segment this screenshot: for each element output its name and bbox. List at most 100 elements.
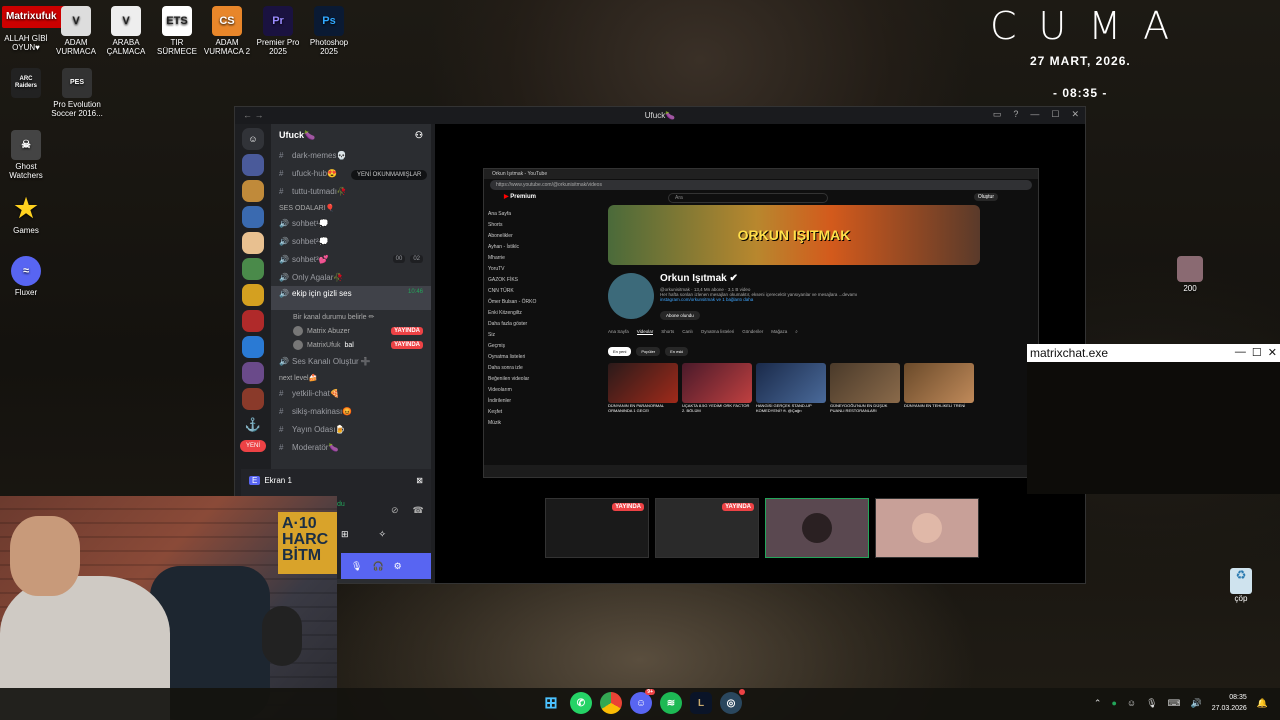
sidebar-item[interactable]: Abonelikler xyxy=(488,233,548,244)
youtube-search[interactable]: Ara xyxy=(668,193,828,203)
stream-tile[interactable] xyxy=(765,498,869,558)
video-card[interactable]: GÜNEYDOĞU'NUN EN DÜŞÜK PUANLI RESTORANLA… xyxy=(830,363,900,417)
desktop-floating-avatar[interactable]: 200 xyxy=(1166,256,1214,293)
volume-icon[interactable]: 🔊 xyxy=(1191,698,1202,709)
sidebar-item[interactable]: İndirilenler xyxy=(488,398,548,409)
stream-stage[interactable]: Orkun Işıtmak - YouTube https://www.yout… xyxy=(435,124,1085,583)
maximize-button[interactable]: ☐ xyxy=(1051,109,1059,120)
sidebar-item[interactable]: Enki Kitzengiltz xyxy=(488,310,548,321)
soundboard-icon[interactable]: ✧ xyxy=(379,529,387,540)
sidebar-item[interactable]: YoruTV xyxy=(488,266,548,277)
channel-yayin-odasi[interactable]: # Yayın Odası🍺 xyxy=(271,420,431,438)
chip-popular[interactable]: Popüler xyxy=(636,347,661,356)
notification-icon[interactable]: 🔔 xyxy=(1257,698,1268,709)
voice-channel-sohbet-3[interactable]: 🔊 sohbet³💕 00 02 xyxy=(271,250,431,268)
anchor-icon[interactable]: ⚓ xyxy=(242,414,264,436)
video-card[interactable]: UÇAKTA 8.5G YEDİM! ORK FACTOR 2. BÖLÜM xyxy=(682,363,752,417)
tab-posts[interactable]: Gönderiler xyxy=(742,329,763,335)
create-voice-channel[interactable]: 🔊 Ses Kanalı Oluştur ➕ xyxy=(271,352,431,370)
back-forward-icon[interactable]: ← → xyxy=(243,110,264,120)
sidebar-item[interactable]: Oynatma listeleri xyxy=(488,354,548,365)
sidebar-item[interactable]: GAZOK FİKS xyxy=(488,277,548,288)
tab-playlists[interactable]: Oynatma listeleri xyxy=(701,329,735,335)
server-icon[interactable] xyxy=(242,284,264,306)
desktop-icon-games[interactable]: ★ Games xyxy=(2,193,50,235)
maximize-button[interactable]: ☐ xyxy=(1252,346,1262,360)
channel-sikis-makinasi[interactable]: # sikiş-makinası😡 xyxy=(271,402,431,420)
whatsapp-icon[interactable]: ✆ xyxy=(570,692,592,714)
desktop-icon-adam-vurmaca[interactable]: V ADAM VURMACA xyxy=(52,6,100,56)
headphones-icon[interactable]: 🎧 xyxy=(372,561,383,572)
close-button[interactable]: ✕ xyxy=(1268,346,1277,360)
desktop-icon-tir-surmece[interactable]: ETS TIR SÜRMECE xyxy=(153,6,201,56)
chip-oldest[interactable]: En eski xyxy=(665,347,689,356)
sidebar-item[interactable]: CNN TÜRK xyxy=(488,288,548,299)
desktop-icon-photoshop[interactable]: Ps Photoshop 2025 xyxy=(305,6,353,56)
server-icon[interactable] xyxy=(242,154,264,176)
stream-tile[interactable]: YAYINDA xyxy=(545,498,649,558)
screen-share-status[interactable]: E Ekran 1 ⊠ xyxy=(241,469,431,495)
sidebar-item[interactable]: Ömer Bulsan - ÖRKO xyxy=(488,299,548,310)
help-icon[interactable]: ? xyxy=(1013,109,1018,120)
sidebar-item[interactable]: Shorts xyxy=(488,222,548,233)
channel-moderator[interactable]: # Moderatör🍆 xyxy=(271,438,431,456)
tab-shorts[interactable]: Shorts xyxy=(661,329,674,335)
channel-dark-memes[interactable]: # dark-memes💀 xyxy=(271,146,431,164)
sidebar-item[interactable]: Daha fazla göster xyxy=(488,321,548,332)
address-bar[interactable]: https://www.youtube.com/@orkunisitmak/vi… xyxy=(490,180,1032,190)
youtube-browser-stream[interactable]: Orkun Işıtmak - YouTube https://www.yout… xyxy=(483,168,1039,478)
disconnect-icon[interactable]: ☎ xyxy=(413,505,424,516)
settings-icon[interactable]: ⚙ xyxy=(394,561,402,572)
video-card[interactable]: DÜNYANIN EN PARANORMAL ORMANINDA 1 GECE! xyxy=(608,363,678,417)
video-off-icon[interactable]: ⊘ xyxy=(391,505,399,516)
discord-icon[interactable]: ☺ 9+ xyxy=(630,689,655,714)
server-icon[interactable] xyxy=(242,180,264,202)
voice-channel-ekip[interactable]: 🔊 ekip için gizli ses 10:46 xyxy=(271,286,431,310)
windows-start-icon[interactable]: ⊞ xyxy=(540,692,562,714)
desktop-icon-ghost-watchers[interactable]: ☠ Ghost Watchers xyxy=(2,130,50,180)
sidebar-item[interactable]: Ana Sayfa xyxy=(488,211,548,222)
desktop-icon-allah-gibi-oyun[interactable]: Matrixufuk ALLAH GİBİ OYUN♥ xyxy=(2,6,88,52)
desktop-icon-premiere[interactable]: Pr Premier Pro 2025 xyxy=(254,6,302,56)
desktop-icon-arc-raiders[interactable]: ARC Raiders xyxy=(2,68,50,100)
activities-icon[interactable]: ⊞ xyxy=(341,529,349,540)
tab-home[interactable]: Ana Sayfa xyxy=(608,329,629,335)
search-icon[interactable]: ⌕ xyxy=(795,329,798,335)
server-icon[interactable] xyxy=(242,388,264,410)
sidebar-item[interactable]: Videolarım xyxy=(488,387,548,398)
channel-tuttu-tutmadi[interactable]: # tuttu-tutmadı🥀 xyxy=(271,182,431,200)
youtube-logo[interactable]: ▶ Premium xyxy=(504,193,536,200)
sidebar-item[interactable]: Geçmiş xyxy=(488,343,548,354)
new-badge[interactable]: YENİ xyxy=(240,440,266,452)
invite-icon[interactable]: ⚇ xyxy=(415,130,423,140)
inbox-icon[interactable]: ▭ xyxy=(993,109,1002,120)
discord-home-icon[interactable]: ☺ xyxy=(242,128,264,150)
minimize-button[interactable]: — xyxy=(1235,346,1246,360)
server-icon[interactable] xyxy=(242,310,264,332)
server-icon[interactable] xyxy=(242,336,264,358)
chrome-icon[interactable] xyxy=(600,692,622,714)
recycle-bin[interactable]: ♻ çöp xyxy=(1228,568,1254,603)
server-icon[interactable] xyxy=(242,232,264,254)
channel-yetkili-chat[interactable]: # yetkili-chat🍕 xyxy=(271,384,431,402)
steam-icon[interactable]: ◎ xyxy=(720,689,745,714)
desktop-icon-pes-2016[interactable]: PES Pro Evolution Soccer 2016... xyxy=(50,68,104,118)
league-icon[interactable]: L xyxy=(690,692,712,714)
sidebar-item[interactable]: Keşfet xyxy=(488,409,548,420)
spotify-icon[interactable]: ≋ xyxy=(660,692,682,714)
server-icon[interactable] xyxy=(242,206,264,228)
video-card[interactable]: HANGİSİ GERÇEK STAND-UP KOMEDYENİ? ft. @… xyxy=(756,363,826,417)
close-button[interactable]: ✕ xyxy=(1071,109,1079,120)
voice-channel-sohbet-1[interactable]: 🔊 sohbet¹💭 xyxy=(271,214,431,232)
desktop-icon-adam-vurmaca-2[interactable]: CS ADAM VURMACA 2 xyxy=(203,6,251,56)
tab-store[interactable]: Mağaza xyxy=(771,329,787,335)
sidebar-item[interactable]: Daha sonra izle xyxy=(488,365,548,376)
discord-tray-icon[interactable]: ☺ xyxy=(1127,698,1136,708)
voice-channel-sohbet-2[interactable]: 🔊 sohbet²💭 xyxy=(271,232,431,250)
chevron-up-icon[interactable]: ⌃ xyxy=(1094,698,1102,709)
chip-latest[interactable]: En yeni xyxy=(608,347,632,356)
sidebar-item[interactable]: Beğenilen videolar xyxy=(488,376,548,387)
voice-user-matrixufuk[interactable]: MatrixUfuk bal YAYINDA xyxy=(271,338,431,352)
sidebar-item[interactable]: Müzik xyxy=(488,420,548,431)
sidebar-item[interactable]: Siz xyxy=(488,332,548,343)
